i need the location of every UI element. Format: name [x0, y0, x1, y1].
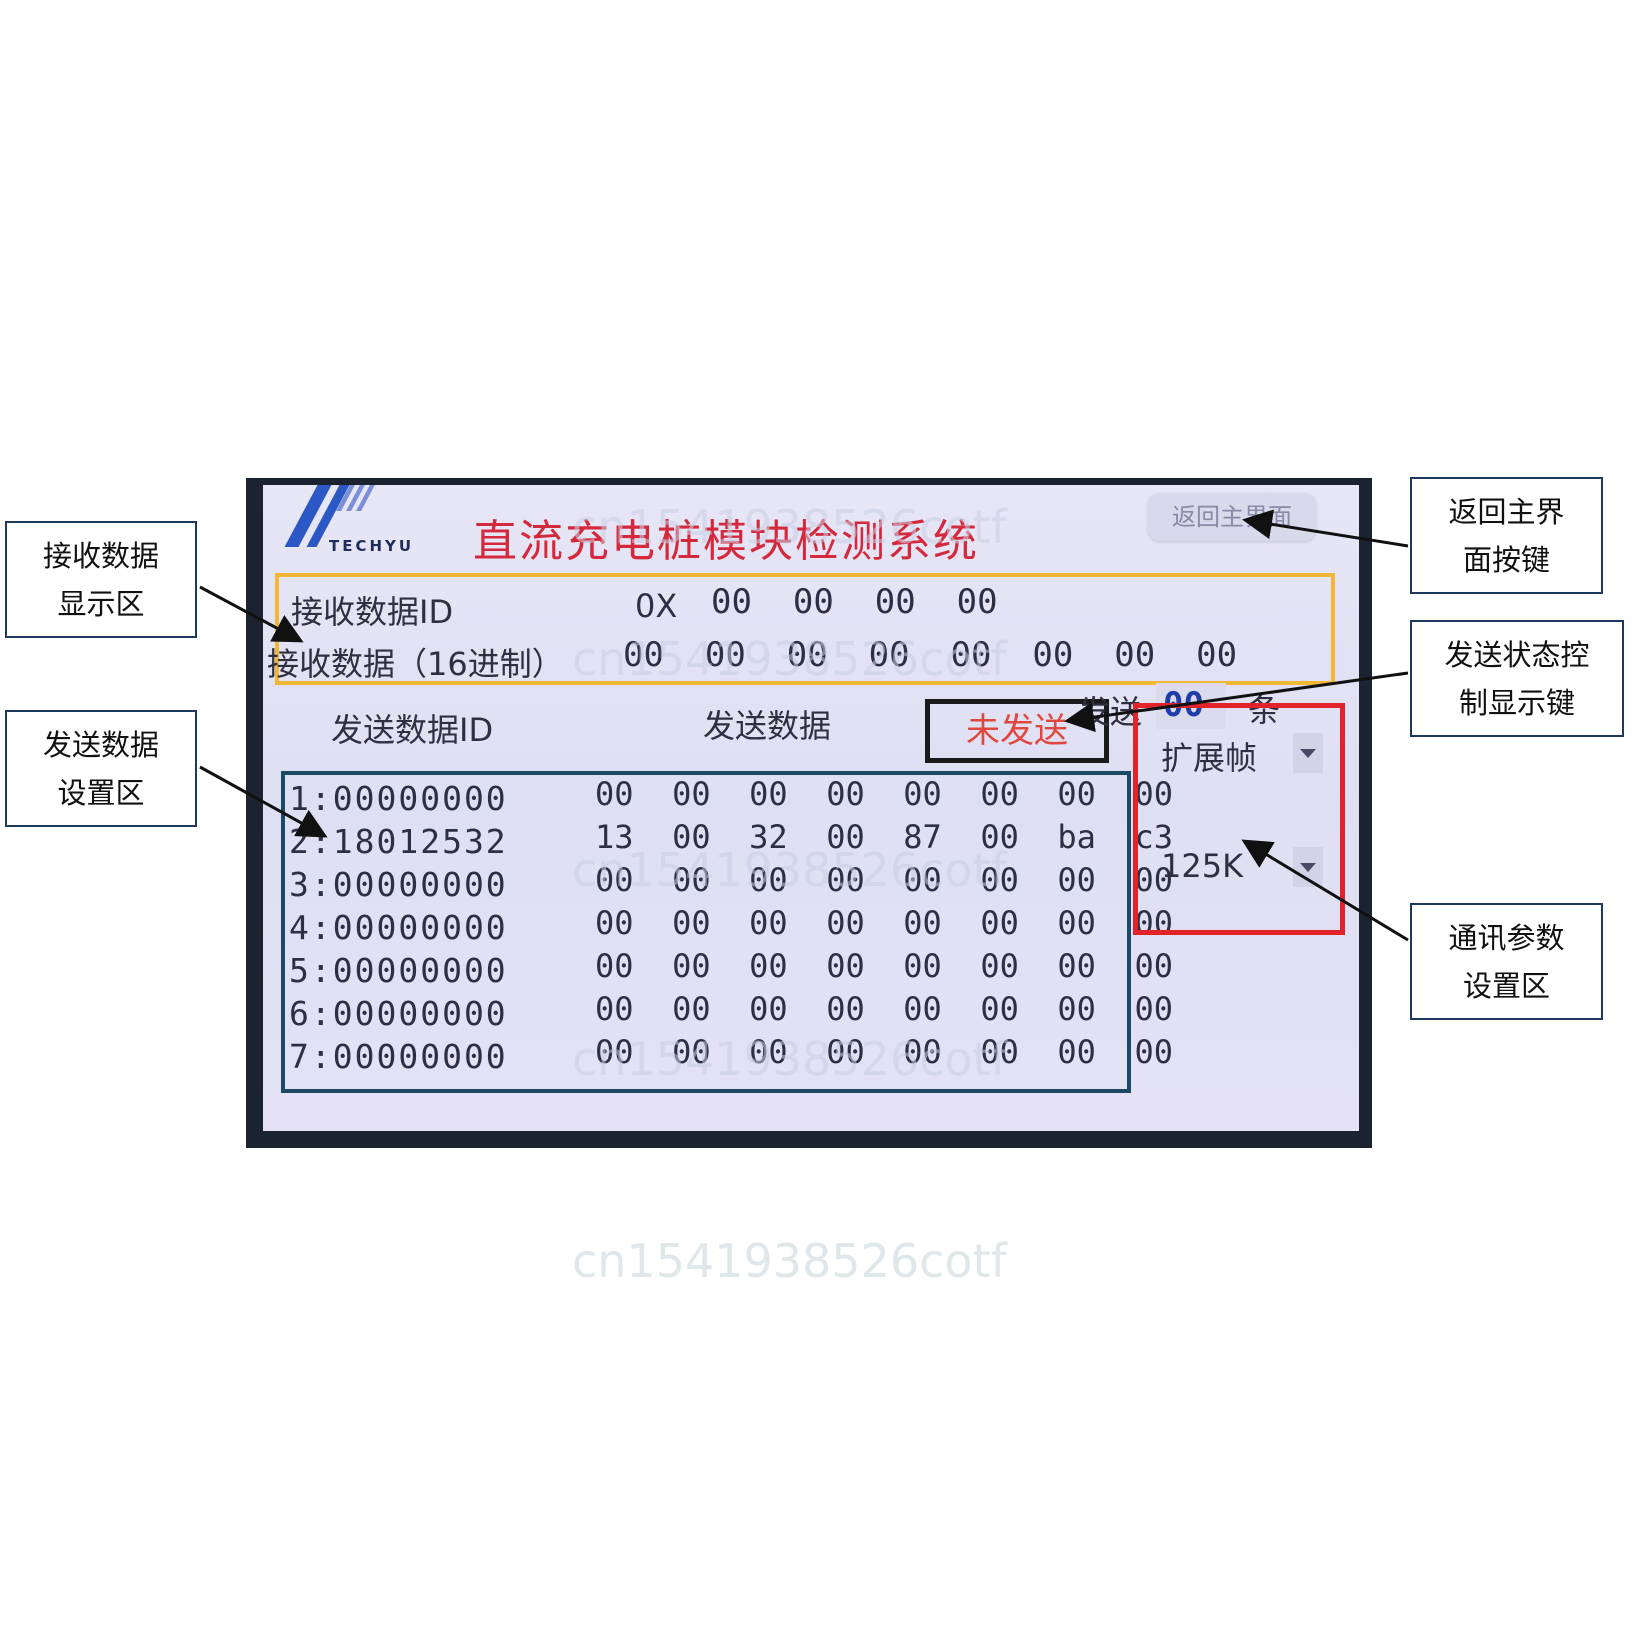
callout-arrows — [199, 509, 1409, 942]
arrow-back — [1242, 509, 1409, 548]
arrow-comm — [1241, 839, 1409, 942]
arrow-send — [199, 765, 328, 838]
arrow-status — [1064, 671, 1409, 733]
arrow-receive — [199, 585, 304, 643]
